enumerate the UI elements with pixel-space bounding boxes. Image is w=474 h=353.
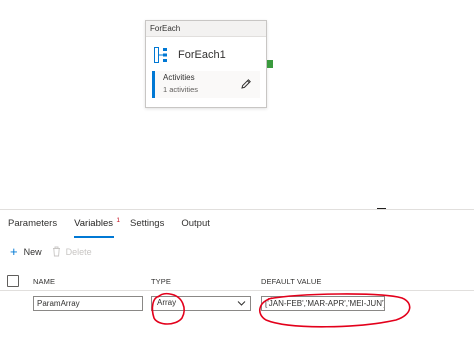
activity-title-row: ForEach1 xyxy=(154,47,226,63)
tab-label: Parameters xyxy=(8,218,58,229)
select-all-checkbox[interactable] xyxy=(7,275,19,287)
foreach-activity-card[interactable]: ForEach ForEach1 Activities 1 activities xyxy=(145,20,267,108)
inner-activities-box[interactable]: Activities 1 activities xyxy=(152,71,260,98)
success-output-port[interactable] xyxy=(267,60,273,68)
chevron-down-icon xyxy=(237,301,246,306)
tab-label: Variables xyxy=(74,218,114,229)
tab-variables[interactable]: Variables 1 xyxy=(66,214,122,238)
variable-name-input[interactable]: ParamArray xyxy=(33,296,143,311)
plus-icon: + xyxy=(10,244,18,259)
column-header-type: TYPE xyxy=(151,277,171,286)
pencil-icon[interactable] xyxy=(240,78,252,90)
delete-variable-button[interactable]: Delete xyxy=(52,246,92,257)
tab-parameters[interactable]: Parameters xyxy=(0,214,66,234)
type-selected-value: Array xyxy=(157,298,177,307)
variables-grid-header: NAME TYPE DEFAULT VALUE xyxy=(0,272,474,291)
column-header-name: NAME xyxy=(33,277,56,286)
delete-button-label: Delete xyxy=(65,246,92,257)
variables-toolbar: + New Delete xyxy=(10,245,102,258)
activity-name: ForEach1 xyxy=(178,49,226,61)
error-count-badge: 1 xyxy=(116,217,121,224)
activities-count: 1 activities xyxy=(163,85,199,94)
activity-type-header: ForEach xyxy=(146,21,266,37)
trash-icon xyxy=(52,246,60,257)
activities-label: Activities xyxy=(163,73,195,82)
tab-output[interactable]: Output xyxy=(173,214,219,234)
panel-divider xyxy=(0,209,474,210)
tab-settings[interactable]: Settings xyxy=(122,214,173,234)
properties-tabs: Parameters Variables 1 Settings Output xyxy=(0,214,219,238)
foreach-icon xyxy=(154,47,167,63)
new-button-label: New xyxy=(23,246,42,257)
table-row: ParamArray Array ['JAN-FEB','MAR-APR','M… xyxy=(0,292,474,318)
default-value-input[interactable]: ['JAN-FEB','MAR-APR','MEI-JUN'] xyxy=(261,296,385,311)
variable-type-select[interactable]: Array xyxy=(151,296,251,311)
tab-label: Settings xyxy=(130,218,165,229)
column-header-default-value: DEFAULT VALUE xyxy=(261,277,322,286)
new-variable-button[interactable]: + New xyxy=(10,245,42,258)
tab-label: Output xyxy=(181,218,210,229)
